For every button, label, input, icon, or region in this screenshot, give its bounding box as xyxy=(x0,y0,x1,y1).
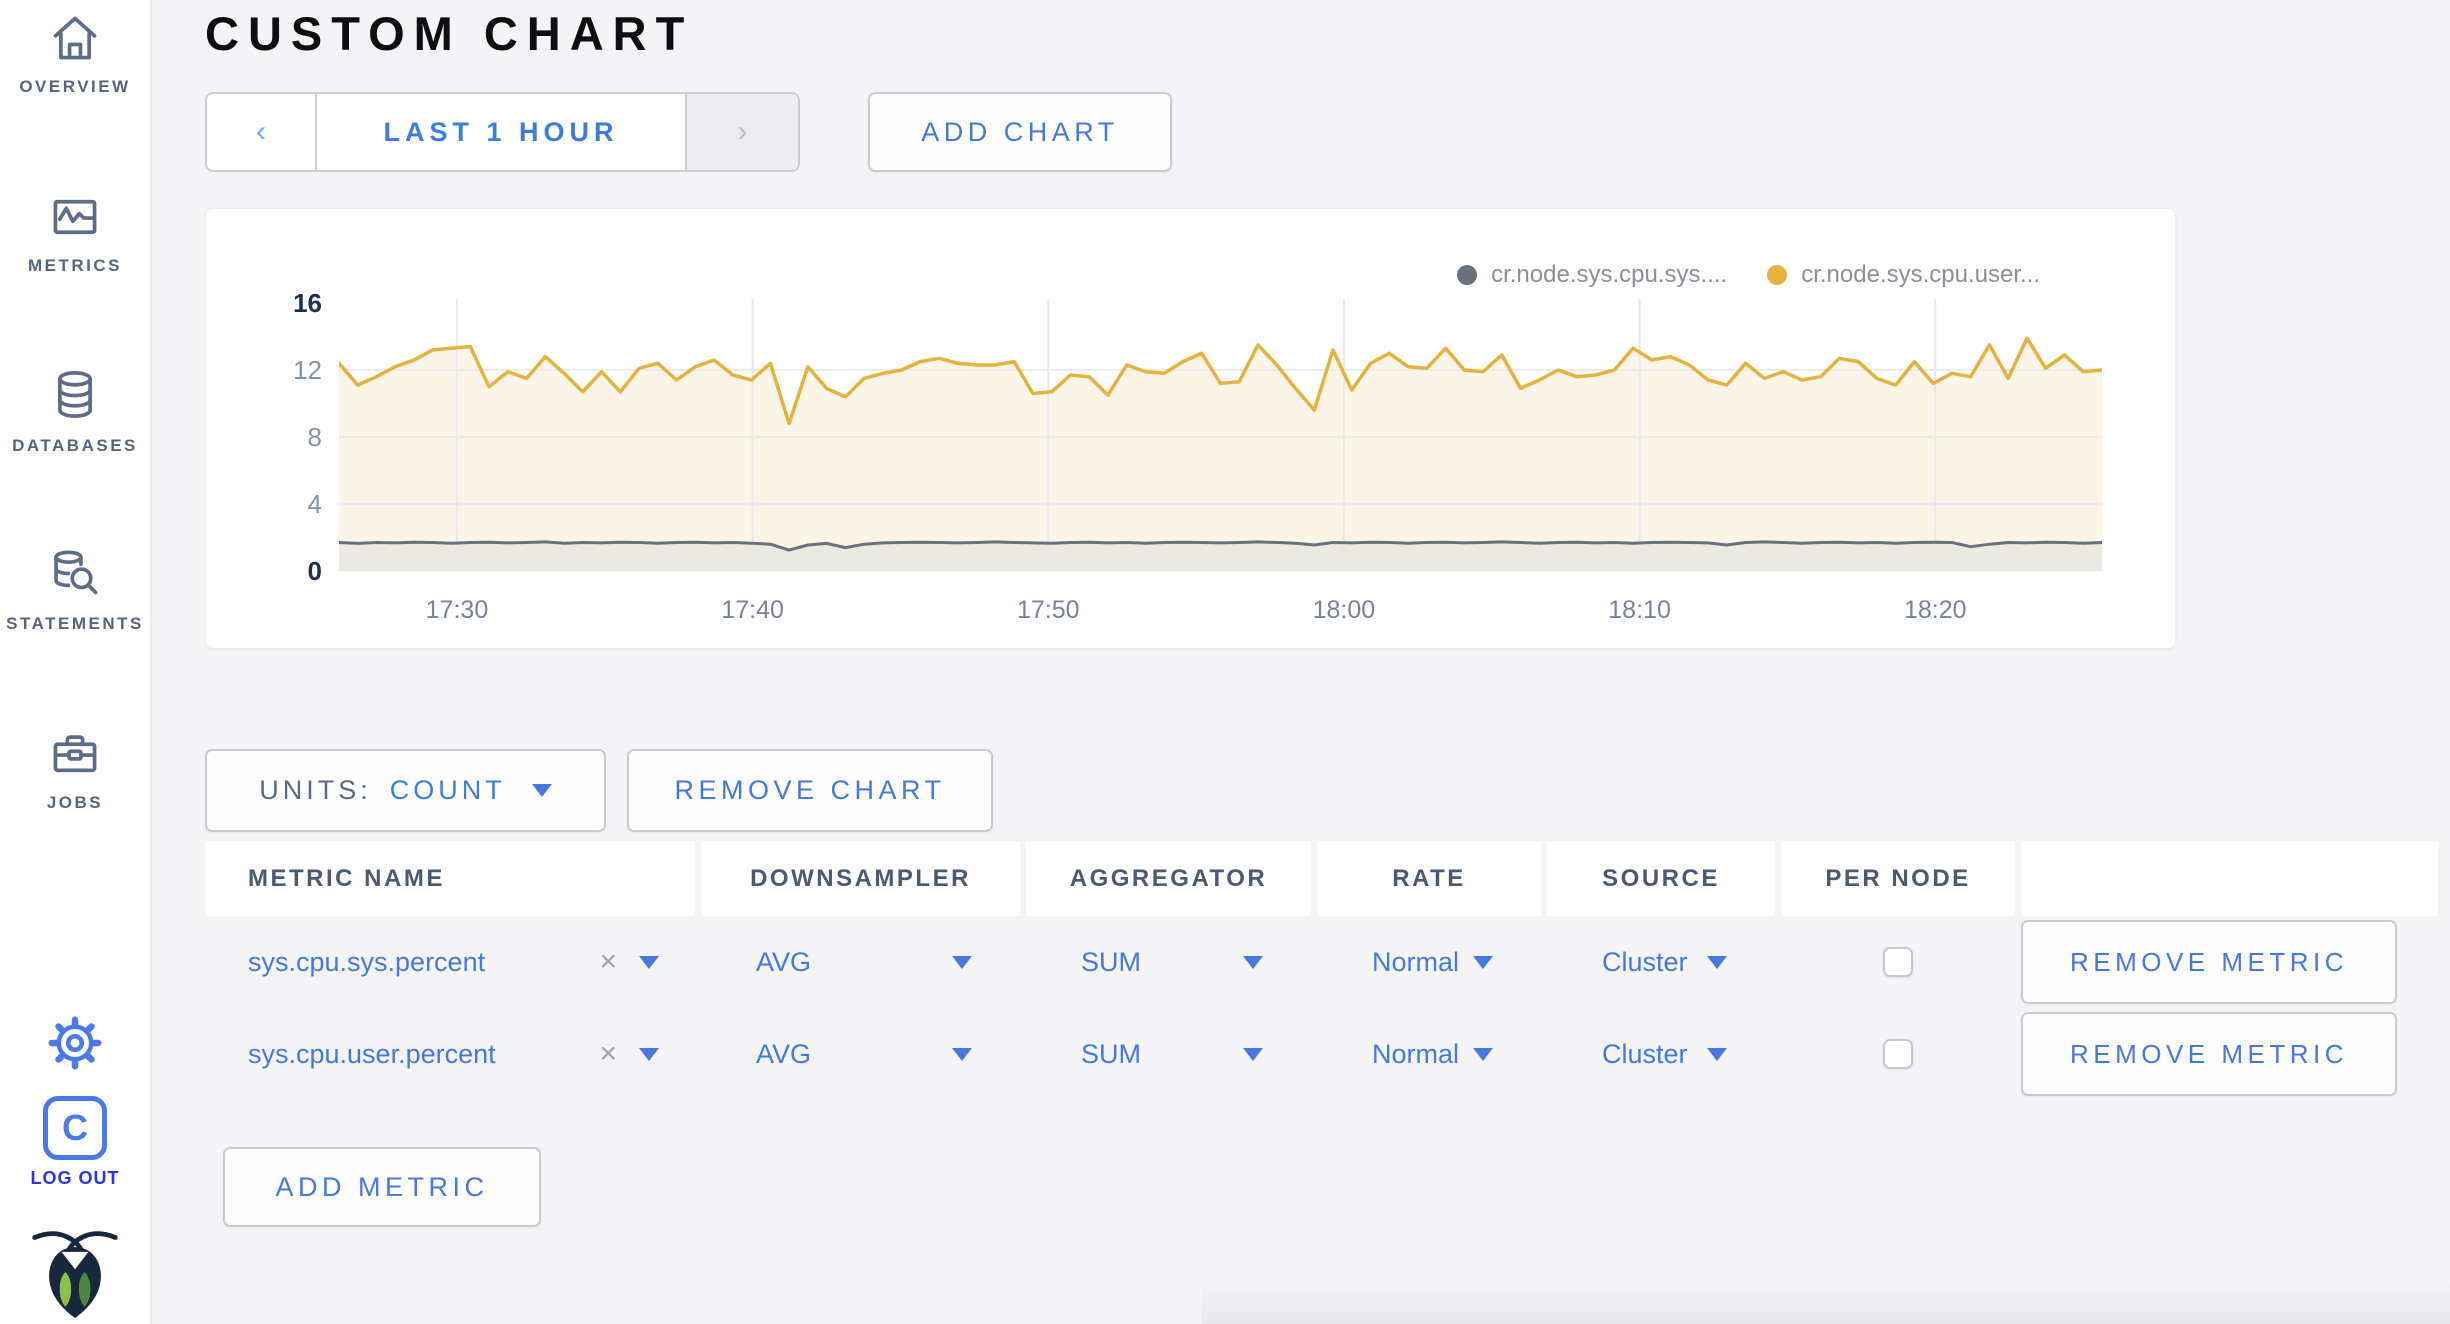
remove-chart-button[interactable]: REMOVE CHART xyxy=(627,749,993,832)
legend-dot-icon xyxy=(1767,265,1788,285)
aggregator-select[interactable]: SUM xyxy=(1026,1039,1311,1070)
x-axis-tick-label: 18:00 xyxy=(1312,596,1376,624)
clear-metric-icon[interactable]: × xyxy=(599,945,617,979)
x-axis-tick-label: 17:40 xyxy=(721,596,784,624)
database-icon xyxy=(58,371,92,418)
aggregator-select[interactable]: SUM xyxy=(1026,947,1311,978)
database-search-icon xyxy=(54,550,98,595)
time-range-selector: ‹ LAST 1 HOUR › xyxy=(205,92,800,172)
column-header xyxy=(2021,841,2438,916)
gear-icon xyxy=(48,1016,102,1070)
bottom-shadow xyxy=(1202,1282,2450,1324)
caret-down-icon xyxy=(952,1047,972,1061)
sidebar-item-label: METRICS xyxy=(28,256,122,275)
column-header: AGGREGATOR xyxy=(1026,841,1311,916)
caret-down-icon xyxy=(1473,1047,1493,1061)
sidebar-item-jobs[interactable]: JOBS xyxy=(0,729,150,813)
x-axis-tick-label: 18:10 xyxy=(1608,596,1671,624)
sidebar-item-label: JOBS xyxy=(46,793,104,812)
column-header: METRIC NAME xyxy=(205,841,695,916)
page-title: CUSTOM CHART xyxy=(205,7,694,60)
caret-down-icon xyxy=(639,1047,659,1061)
y-axis-tick-label: 8 xyxy=(307,422,322,452)
source-select[interactable]: Cluster xyxy=(1547,1039,1775,1070)
rate-select[interactable]: Normal xyxy=(1317,1039,1541,1070)
clear-metric-icon[interactable]: × xyxy=(599,1037,617,1071)
per-node-checkbox[interactable] xyxy=(1883,947,1913,977)
caret-down-icon xyxy=(1243,1047,1263,1061)
add-metric-button[interactable]: ADD METRIC xyxy=(223,1147,541,1227)
logout-label: LOG OUT xyxy=(30,1168,120,1188)
main-content: CUSTOM CHART ‹ LAST 1 HOUR › ADD CHART c… xyxy=(152,0,2450,1324)
caret-down-icon xyxy=(1707,955,1727,969)
sidebar-item-databases[interactable]: DATABASES xyxy=(0,368,150,456)
remove-metric-cell: REMOVE METRIC xyxy=(2021,920,2438,1004)
metric-name-select[interactable]: sys.cpu.sys.percent × xyxy=(205,945,695,979)
legend-item[interactable]: cr.node.sys.cpu.user... xyxy=(1767,261,2040,289)
per-node-cell xyxy=(1781,1039,2015,1069)
metrics-table: METRIC NAME DOWNSAMPLER AGGREGATOR RATE … xyxy=(205,841,2438,1100)
cockroach-logo xyxy=(0,1226,150,1322)
caret-down-icon xyxy=(1243,955,1263,969)
metric-name-select[interactable]: sys.cpu.user.percent × xyxy=(205,1037,695,1071)
metric-row: sys.cpu.user.percent × AVG SUM Normal Cl… xyxy=(205,1008,2438,1100)
downsampler-select[interactable]: AVG xyxy=(701,1039,1020,1070)
time-range-prev-button[interactable]: ‹ xyxy=(207,94,317,170)
cockroach-bug-icon xyxy=(32,1231,118,1319)
legend-dot-icon xyxy=(1457,265,1478,285)
x-axis-tick-label: 18:20 xyxy=(1903,596,1967,624)
x-axis-tick-label: 17:30 xyxy=(425,596,489,624)
x-axis-tick-label: 17:50 xyxy=(1016,596,1080,624)
add-chart-button[interactable]: ADD CHART xyxy=(868,92,1172,172)
chevron-left-icon: ‹ xyxy=(256,115,266,148)
remove-metric-button[interactable]: REMOVE METRIC xyxy=(2021,1012,2397,1096)
cockroach-c-icon: C xyxy=(43,1096,107,1160)
caret-down-icon xyxy=(1473,955,1493,969)
column-header: RATE xyxy=(1317,841,1541,916)
home-icon xyxy=(53,16,97,60)
settings-button[interactable] xyxy=(0,1012,150,1074)
metric-row: sys.cpu.sys.percent × AVG SUM Normal Clu… xyxy=(205,916,2438,1008)
remove-metric-button[interactable]: REMOVE METRIC xyxy=(2021,920,2397,1004)
remove-metric-cell: REMOVE METRIC xyxy=(2021,1012,2438,1096)
column-header: PER NODE xyxy=(1781,841,2015,916)
time-range-dropdown[interactable]: LAST 1 HOUR xyxy=(317,94,685,170)
caret-down-icon xyxy=(952,955,972,969)
rate-select[interactable]: Normal xyxy=(1317,947,1541,978)
line-chart-icon xyxy=(53,199,97,235)
chevron-right-icon: › xyxy=(737,115,748,148)
chart-card: cr.node.sys.cpu.sys.... cr.node.sys.cpu.… xyxy=(205,208,2176,649)
briefcase-icon xyxy=(53,735,97,773)
per-node-checkbox[interactable] xyxy=(1883,1039,1913,1069)
y-axis-tick-label: 12 xyxy=(293,355,322,385)
sidebar-item-statements[interactable]: STATEMENTS xyxy=(0,548,150,634)
source-select[interactable]: Cluster xyxy=(1547,947,1775,978)
sidebar-item-label: STATEMENTS xyxy=(6,614,144,633)
caret-down-icon xyxy=(639,955,659,969)
logout-button[interactable]: C LOG OUT xyxy=(0,1096,150,1189)
sidebar-item-label: DATABASES xyxy=(12,436,138,455)
y-axis-tick-label: 0 xyxy=(307,556,322,586)
y-axis-tick-label: 4 xyxy=(307,489,322,519)
sidebar-item-overview[interactable]: OVERVIEW xyxy=(0,13,150,97)
sidebar-item-label: OVERVIEW xyxy=(19,77,131,96)
legend-item[interactable]: cr.node.sys.cpu.sys.... xyxy=(1457,261,1727,289)
y-axis-tick-label: 16 xyxy=(293,288,322,318)
per-node-cell xyxy=(1781,947,2015,977)
column-header: DOWNSAMPLER xyxy=(701,841,1020,916)
caret-down-icon xyxy=(1707,1047,1727,1061)
downsampler-select[interactable]: AVG xyxy=(701,947,1020,978)
sidebar: OVERVIEW METRICS DATABASES STATEMENTS JO… xyxy=(0,0,152,1324)
time-range-next-button[interactable]: › xyxy=(685,94,798,170)
caret-down-icon xyxy=(531,784,552,797)
units-dropdown[interactable]: UNITS: COUNT xyxy=(205,749,606,832)
column-header: SOURCE xyxy=(1547,841,1775,916)
chart-plot-area xyxy=(337,297,2104,581)
sidebar-item-metrics[interactable]: METRICS xyxy=(0,192,150,276)
chart-legend: cr.node.sys.cpu.sys.... cr.node.sys.cpu.… xyxy=(1457,261,2040,289)
metrics-table-header: METRIC NAME DOWNSAMPLER AGGREGATOR RATE … xyxy=(205,841,2438,916)
